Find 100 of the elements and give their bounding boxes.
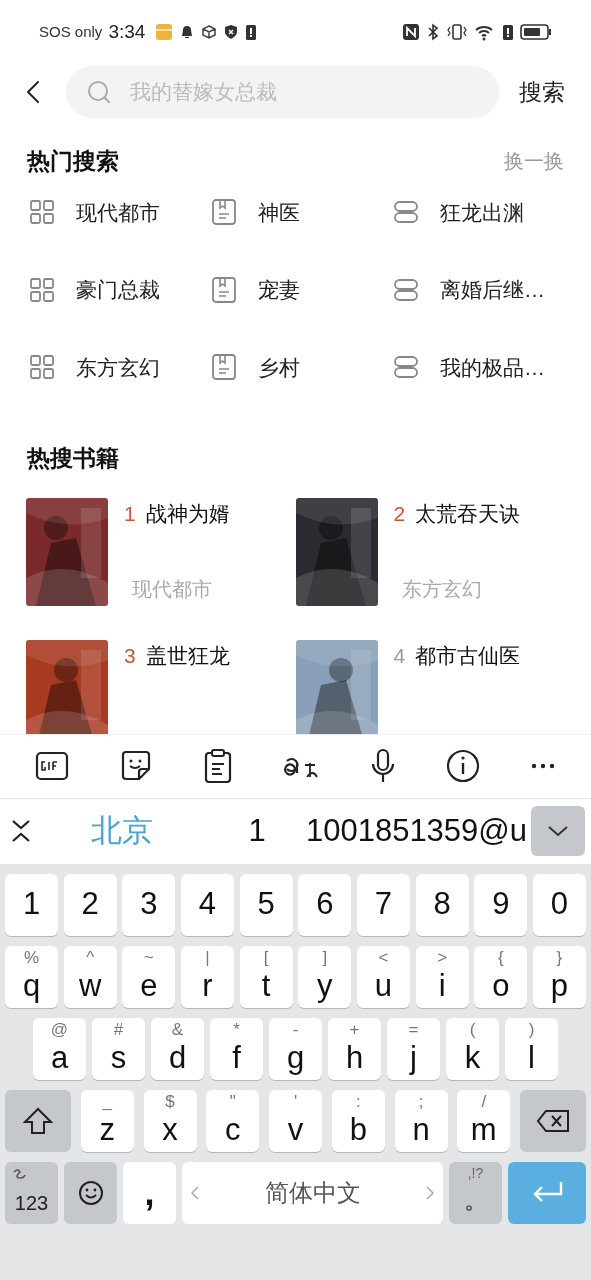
calendar-icon (155, 23, 174, 41)
period-key[interactable]: ,!? 。 (449, 1161, 502, 1224)
key[interactable]: ] y (298, 945, 352, 1008)
clock-time: 3:34 (108, 19, 146, 44)
key[interactable]: $ x (143, 1089, 197, 1152)
rank-number: 1 (124, 500, 136, 527)
shift-key[interactable] (5, 1089, 71, 1152)
mode-key[interactable]: 123 (5, 1161, 58, 1224)
search-tag[interactable]: 离婚后继… (393, 274, 562, 306)
search-tag[interactable]: 现代都市 (29, 196, 211, 228)
key[interactable]: ^ w (63, 945, 117, 1008)
key[interactable]: - g (269, 1017, 322, 1080)
stacked-bars-icon (393, 276, 419, 303)
key[interactable]: & d (151, 1017, 204, 1080)
key[interactable]: ) l (505, 1017, 558, 1080)
genre-label: 东方玄幻 (400, 576, 483, 602)
book-icon (211, 199, 237, 226)
key[interactable]: " c (206, 1089, 260, 1152)
key[interactable]: [ t (239, 945, 293, 1008)
book-title[interactable]: 战神为婿 (145, 497, 230, 529)
key[interactable]: 8 (415, 873, 469, 936)
section-title: 热搜书籍 (25, 444, 120, 473)
grid-icon (29, 276, 55, 303)
grid-icon (29, 199, 55, 226)
search-tag[interactable]: 狂龙出渊 (393, 196, 562, 228)
suggestion[interactable]: 1 (212, 807, 302, 855)
key[interactable]: | r (180, 945, 234, 1008)
key[interactable]: ~ e (122, 945, 176, 1008)
book-title[interactable]: 盖世狂龙 (145, 639, 230, 671)
sim-alert-icon (502, 23, 514, 41)
search-field[interactable]: 我的替嫁女总裁 (66, 66, 499, 118)
key[interactable]: 2 (63, 873, 117, 936)
suggestion[interactable]: 1001851359@u (302, 807, 531, 855)
search-button[interactable]: 搜索 (519, 74, 565, 110)
microphone-icon[interactable] (369, 748, 396, 784)
search-icon (86, 79, 112, 105)
info-icon[interactable] (445, 749, 480, 783)
key[interactable]: 7 (356, 873, 410, 936)
nfc-icon (402, 23, 420, 41)
search-tag[interactable]: 宠妻 (211, 274, 393, 306)
cube-icon (201, 24, 218, 40)
search-tag[interactable]: 乡村 (211, 351, 393, 383)
rank-number: 2 (393, 500, 406, 527)
key[interactable]: 0 (532, 873, 586, 936)
key[interactable]: < u (356, 945, 410, 1008)
emoji-key[interactable] (64, 1161, 117, 1224)
search-tag[interactable]: 东方玄幻 (29, 351, 211, 383)
bluetooth-icon (426, 23, 440, 41)
book-title[interactable]: 都市古仙医 (415, 639, 521, 671)
sim-alert-icon (245, 23, 258, 41)
search-tag[interactable]: 豪门总裁 (29, 274, 211, 306)
key[interactable]: : b (331, 1089, 385, 1152)
backspace-icon (536, 1108, 570, 1133)
stacked-bars-icon (393, 354, 419, 381)
shield-icon (223, 24, 240, 40)
key[interactable]: * f (210, 1017, 263, 1080)
key[interactable]: # s (92, 1017, 145, 1080)
key[interactable]: = j (387, 1017, 440, 1080)
key[interactable]: _ z (80, 1089, 134, 1152)
search-tag[interactable]: 我的极品… (393, 351, 562, 383)
genre-label: 现代都市 (131, 576, 213, 602)
backspace-key[interactable] (520, 1089, 586, 1152)
rank-number: 3 (124, 642, 136, 669)
key[interactable]: ( k (446, 1017, 499, 1080)
space-key[interactable]: 简体中文 (182, 1161, 443, 1224)
shift-icon (23, 1106, 53, 1135)
key[interactable]: + h (328, 1017, 381, 1080)
collapse-icon[interactable] (10, 818, 32, 844)
book-icon (211, 354, 237, 381)
key[interactable]: > i (415, 945, 469, 1008)
section-title: 热门搜索 (27, 147, 119, 176)
key[interactable]: } p (532, 945, 586, 1008)
key[interactable]: ; n (394, 1089, 448, 1152)
key[interactable]: @ a (33, 1017, 86, 1080)
key[interactable]: ' v (269, 1089, 322, 1152)
vibrate-icon (446, 23, 468, 41)
stacked-bars-icon (393, 199, 419, 226)
chevron-left-icon (190, 1184, 200, 1201)
clipboard-icon[interactable] (203, 748, 234, 784)
rank-number: 4 (393, 642, 406, 669)
key[interactable]: 3 (122, 873, 176, 936)
search-tag[interactable]: 神医 (211, 196, 393, 228)
key[interactable]: 6 (298, 873, 352, 936)
gif-icon[interactable] (35, 751, 70, 781)
grid-icon (29, 354, 55, 381)
chevron-right-icon (425, 1184, 435, 1201)
comma-key[interactable]: , (123, 1161, 176, 1224)
carrier-text: SOS only (39, 21, 103, 42)
key[interactable]: / m (457, 1089, 511, 1152)
key[interactable]: % q (5, 945, 58, 1008)
key[interactable]: 1 (5, 873, 58, 936)
key[interactable]: 4 (180, 873, 234, 936)
battery-icon (520, 23, 552, 41)
key[interactable]: { o (474, 945, 528, 1008)
smiley-icon (77, 1179, 104, 1206)
book-title[interactable]: 太荒吞天诀 (415, 497, 521, 529)
key[interactable]: 9 (474, 873, 528, 936)
chevron-down-icon (546, 824, 570, 838)
more-icon[interactable] (529, 762, 556, 770)
key[interactable]: 5 (239, 873, 293, 936)
